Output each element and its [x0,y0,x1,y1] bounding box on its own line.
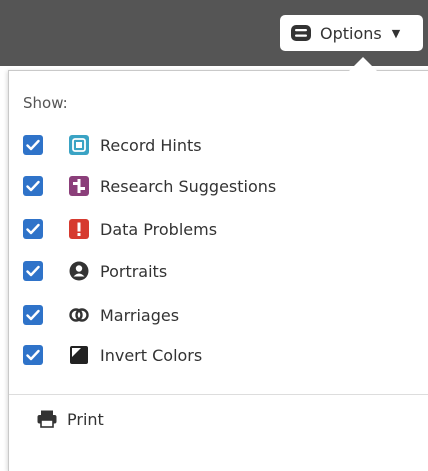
record-hints-checkbox[interactable] [23,135,43,155]
options-button[interactable]: Options ▼ [280,15,423,51]
print-label: Print [67,409,104,429]
invert-colors-label: Invert Colors [100,345,203,365]
dropdown-pointer [349,57,377,71]
panel-divider [9,394,428,395]
data-problems-label: Data Problems [100,219,218,239]
record-hints-icon [68,134,90,156]
option-invert-colors[interactable]: Invert Colors [23,340,202,370]
data-problems-icon [68,218,90,240]
research-suggestions-checkbox[interactable] [23,176,43,196]
portraits-label: Portraits [100,261,168,281]
options-stack-icon [290,24,312,42]
marriages-icon [68,304,90,326]
research-suggestions-label: Research Suggestions [100,176,277,196]
invert-colors-checkbox[interactable] [23,345,43,365]
record-hints-label: Record Hints [100,135,202,155]
option-research-suggestions[interactable]: Research Suggestions [23,171,276,201]
portraits-checkbox[interactable] [23,261,43,281]
invert-colors-icon [68,344,90,366]
research-suggestions-icon [68,175,90,197]
marriages-checkbox[interactable] [23,305,43,325]
option-record-hints[interactable]: Record Hints [23,130,202,160]
options-button-label: Options [320,23,382,43]
option-data-problems[interactable]: Data Problems [23,214,217,244]
option-marriages[interactable]: Marriages [23,300,179,330]
printer-icon [36,408,58,430]
caret-down-icon: ▼ [391,26,401,40]
data-problems-checkbox[interactable] [23,219,43,239]
option-portraits[interactable]: Portraits [23,256,167,286]
show-label: Show: [23,94,68,112]
portraits-icon [68,260,90,282]
marriages-label: Marriages [100,305,180,325]
print-button[interactable]: Print [36,405,104,433]
